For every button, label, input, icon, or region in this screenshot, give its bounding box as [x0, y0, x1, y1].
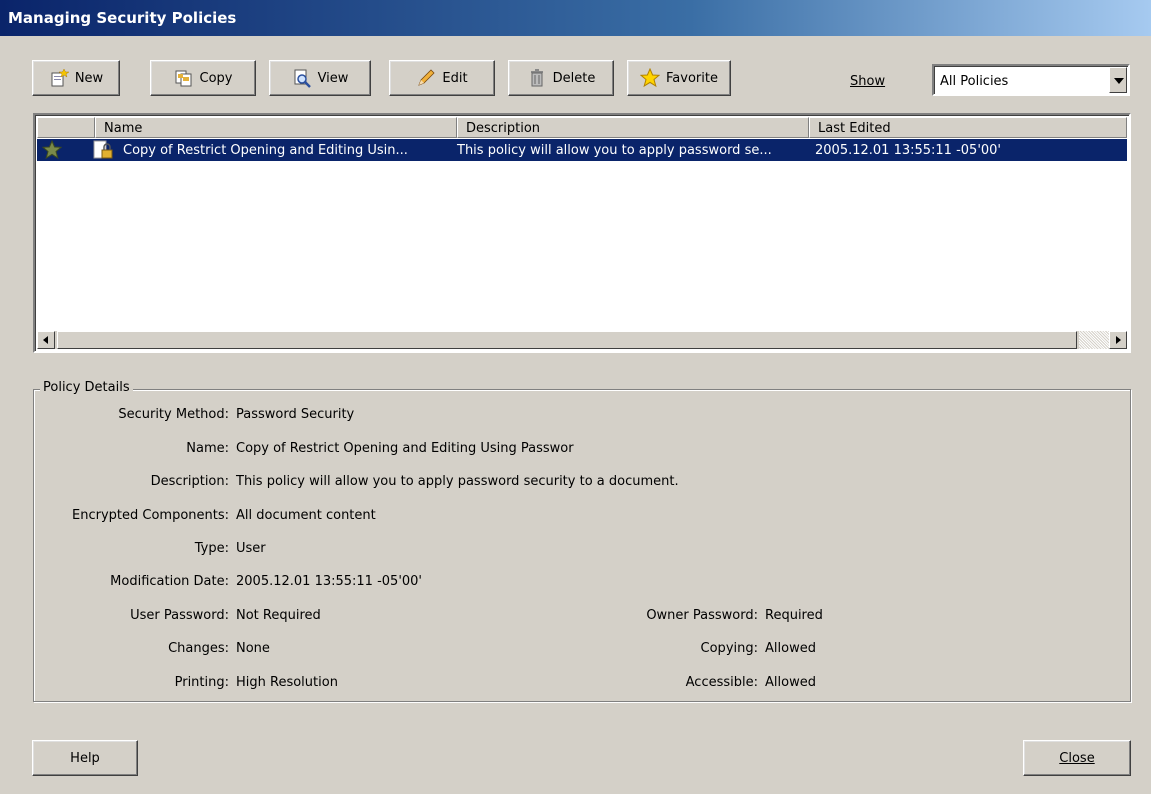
scroll-thumb[interactable] — [57, 331, 1077, 349]
policy-list[interactable]: Name Description Last Edited Copy of Res… — [33, 113, 1131, 353]
scroll-track[interactable] — [1079, 331, 1109, 349]
printing-label: Printing: — [174, 675, 229, 690]
user-password-label: User Password: — [130, 608, 229, 623]
modification-date-value: 2005.12.01 13:55:11 -05'00' — [236, 574, 423, 589]
title-bar: Managing Security Policies — [0, 0, 1151, 36]
accessible-value: Allowed — [765, 675, 816, 690]
help-button[interactable]: Help — [32, 740, 138, 776]
delete-button[interactable]: Delete — [508, 60, 614, 96]
security-method-label: Security Method: — [118, 407, 229, 422]
show-select[interactable]: All Policies — [932, 64, 1130, 96]
owner-password-value: Required — [765, 608, 823, 623]
column-header-name[interactable]: Name — [95, 117, 457, 138]
modification-date-label: Modification Date: — [110, 574, 229, 589]
horizontal-scrollbar[interactable] — [37, 331, 1127, 349]
favorite-button[interactable]: Favorite — [627, 60, 731, 96]
encrypted-components-label: Encrypted Components: — [72, 508, 229, 523]
close-button[interactable]: Close — [1023, 740, 1131, 776]
star-icon[interactable] — [41, 139, 63, 160]
owner-password-label: Owner Password: — [646, 608, 758, 623]
lock-document-icon — [93, 140, 115, 160]
scroll-left-icon[interactable] — [37, 331, 55, 349]
security-method-value: Password Security — [236, 407, 355, 422]
column-header-last-edited[interactable]: Last Edited — [809, 117, 1127, 138]
column-header-description[interactable]: Description — [457, 117, 809, 138]
accessible-label: Accessible: — [685, 675, 758, 690]
copying-label: Copying: — [700, 641, 758, 656]
type-label: Type: — [194, 541, 229, 556]
description-label: Description: — [150, 474, 229, 489]
description-value: This policy will allow you to apply pass… — [236, 474, 679, 489]
name-value: Copy of Restrict Opening and Editing Usi… — [236, 441, 574, 456]
show-select-value: All Policies — [940, 74, 1009, 89]
chevron-down-icon[interactable] — [1109, 67, 1127, 93]
printing-value: High Resolution — [236, 675, 338, 690]
edit-pencil-icon — [416, 68, 436, 88]
changes-label: Changes: — [168, 641, 229, 656]
scroll-right-icon[interactable] — [1109, 331, 1127, 349]
user-password-value: Not Required — [236, 608, 321, 623]
view-button[interactable]: View — [269, 60, 371, 96]
copying-value: Allowed — [765, 641, 816, 656]
edit-button[interactable]: Edit — [389, 60, 495, 96]
row-last-edited: 2005.12.01 13:55:11 -05'00' — [815, 143, 1002, 158]
name-label: Name: — [186, 441, 229, 456]
new-button[interactable]: New — [32, 60, 120, 96]
row-description: This policy will allow you to apply pass… — [457, 143, 772, 158]
close-button-label: Close — [1059, 750, 1095, 766]
delete-trash-icon — [527, 68, 547, 88]
copy-policy-icon — [174, 68, 194, 88]
view-policy-icon — [292, 68, 312, 88]
row-name: Copy of Restrict Opening and Editing Usi… — [123, 143, 408, 158]
changes-value: None — [236, 641, 270, 656]
policy-details-legend: Policy Details — [40, 380, 133, 395]
encrypted-components-value: All document content — [236, 508, 376, 523]
copy-button[interactable]: Copy — [150, 60, 256, 96]
show-label: Show — [850, 74, 886, 89]
favorite-star-icon — [640, 68, 661, 88]
new-policy-icon — [49, 68, 69, 88]
type-value: User — [236, 541, 266, 556]
column-header-favorite[interactable] — [37, 117, 95, 138]
window-title: Managing Security Policies — [8, 9, 237, 27]
